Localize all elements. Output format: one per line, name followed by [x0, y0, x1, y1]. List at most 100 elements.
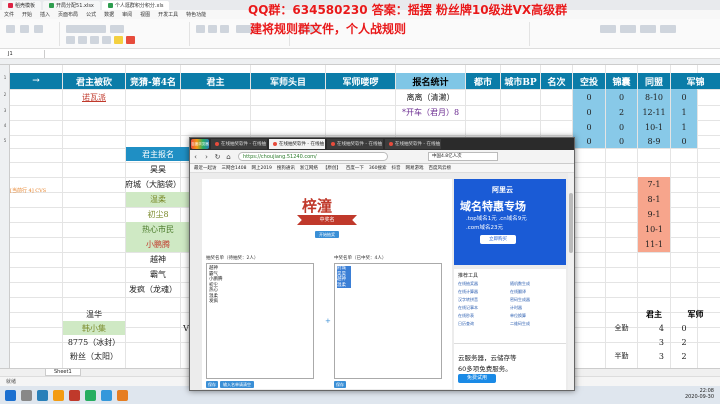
- header-adviser-minion[interactable]: 军师喽啰: [326, 73, 395, 89]
- header-army-tips[interactable]: 军锦: [671, 73, 720, 89]
- name-cell[interactable]: 府城（大脑袋）: [116, 177, 190, 192]
- cell-l4[interactable]: 0: [606, 120, 637, 135]
- save-pending-button[interactable]: 保存: [206, 381, 218, 388]
- cell-l5[interactable]: 0: [606, 135, 637, 148]
- cell-range[interactable]: 9-1: [638, 207, 670, 222]
- cell-lord[interactable]: 君主: [638, 307, 670, 321]
- align-right-icon[interactable]: [220, 25, 229, 33]
- header-guess[interactable]: 竞猜-第4名: [126, 73, 180, 89]
- browser-tab[interactable]: 在线抽奖软件 - 在线抽: [211, 139, 267, 149]
- header-alliance[interactable]: 同盟: [638, 73, 670, 89]
- cloud-server-ad[interactable]: 云服务器，云储存等 60多项免费服务。 免费试用: [454, 343, 566, 390]
- header-airdrop[interactable]: 空投: [573, 73, 605, 89]
- menu-review[interactable]: 审阅: [122, 11, 132, 18]
- browser-tab[interactable]: 在线抽奖软件 - 在线抽: [327, 139, 383, 149]
- row-number[interactable]: 3: [0, 108, 10, 113]
- tool-link[interactable]: 在线抽奖器: [458, 281, 478, 287]
- cell-range[interactable]: 8-1: [638, 192, 670, 207]
- border-icon[interactable]: [102, 36, 111, 44]
- header-adviser-head[interactable]: 军师头目: [251, 73, 325, 89]
- cell-val[interactable]: 0: [671, 321, 697, 335]
- favorite-link[interactable]: 网上2019: [251, 165, 271, 171]
- menu-layout[interactable]: 页面布局: [58, 11, 78, 18]
- browser-logo[interactable]: 百度浏览器: [191, 139, 209, 149]
- name-cell[interactable]: 温柔: [126, 192, 190, 207]
- menu-insert[interactable]: 插入: [40, 11, 50, 18]
- fill-color-icon[interactable]: [114, 36, 123, 44]
- browser-icon[interactable]: [117, 389, 128, 401]
- menu-special[interactable]: 特色功能: [186, 11, 206, 18]
- cell-k2[interactable]: 0: [573, 89, 605, 105]
- tool-link[interactable]: 日历查询: [458, 321, 474, 327]
- url-input[interactable]: https://choujiang.51240.com/: [238, 152, 388, 161]
- cell-k3[interactable]: 0: [573, 105, 605, 120]
- tool-link[interactable]: 汉字转拼音: [458, 297, 478, 303]
- cell-m2[interactable]: 8-10: [638, 89, 670, 105]
- sheet-tab[interactable]: Sheet1: [45, 369, 81, 376]
- sort-icon[interactable]: [640, 25, 656, 33]
- tool-link[interactable]: 计时器: [510, 305, 522, 311]
- row-number[interactable]: 5: [0, 138, 10, 143]
- favorite-link[interactable]: 【原创】: [323, 165, 341, 171]
- name-cell[interactable]: 越神: [126, 252, 190, 267]
- excel-tab-file2[interactable]: 个人逛群积分积分.xls: [101, 0, 170, 10]
- cell-val[interactable]: 3: [638, 349, 670, 363]
- cell-range[interactable]: 10-1: [638, 222, 670, 237]
- ad-buy-button[interactable]: 立即购买: [480, 235, 516, 244]
- copy-icon[interactable]: [34, 25, 43, 33]
- save-winner-button[interactable]: 保存: [334, 381, 346, 388]
- align-left-icon[interactable]: [196, 25, 205, 33]
- menu-data[interactable]: 数据: [104, 11, 114, 18]
- cell-adviser[interactable]: 军师: [671, 307, 720, 321]
- cell-val[interactable]: 2: [671, 349, 697, 363]
- home-icon[interactable]: ⌂: [223, 153, 234, 161]
- tool-link[interactable]: 在线计算器: [458, 289, 478, 295]
- row-number[interactable]: 4: [0, 123, 10, 128]
- cell-m3[interactable]: 12-11: [638, 105, 670, 120]
- cell-n5[interactable]: 0: [671, 135, 697, 148]
- wechat-icon[interactable]: [85, 389, 96, 401]
- favorite-link[interactable]: 浙江网络: [300, 165, 318, 171]
- favorite-link[interactable]: 百度风云榜: [429, 165, 452, 171]
- signup-label[interactable]: 君主报名: [126, 147, 190, 161]
- header-rank[interactable]: 名次: [541, 73, 572, 89]
- cell-k4[interactable]: 0: [573, 120, 605, 135]
- cell-b2[interactable]: 诺瓦派: [63, 89, 125, 105]
- name-cell[interactable]: 发疯（龙魂）: [116, 282, 190, 297]
- cell-m5[interactable]: 8-9: [638, 135, 670, 148]
- cell-n2[interactable]: 0: [671, 89, 697, 105]
- row-number[interactable]: 2: [0, 92, 10, 97]
- font-color-icon[interactable]: [126, 36, 135, 44]
- reload-icon[interactable]: ↻: [212, 153, 223, 161]
- bold-icon[interactable]: [66, 36, 75, 44]
- tool-link[interactable]: 单位换算: [510, 313, 526, 319]
- clock[interactable]: 22:08 2020-09-30: [685, 388, 714, 400]
- qq-icon[interactable]: [101, 389, 112, 401]
- menu-file[interactable]: 文件: [4, 11, 14, 18]
- cell-half[interactable]: 半勤: [606, 349, 637, 363]
- header-city[interactable]: 都市: [466, 73, 500, 89]
- cell-l3[interactable]: 2: [606, 105, 637, 120]
- align-center-icon[interactable]: [208, 25, 217, 33]
- cell-m4[interactable]: 10-1: [638, 120, 670, 135]
- start-draw-button[interactable]: 开始抽奖: [315, 231, 339, 238]
- header-city-bp[interactable]: 城市BP: [501, 73, 540, 89]
- clear-list-button[interactable]: 输入名单请清空: [220, 381, 254, 388]
- underline-icon[interactable]: [90, 36, 99, 44]
- italic-icon[interactable]: [78, 36, 87, 44]
- winner-list-textarea[interactable]: 府城 昊昊 越神 温柔: [334, 263, 442, 379]
- cell-range[interactable]: 11-1: [638, 237, 670, 252]
- cut-icon[interactable]: [20, 25, 29, 33]
- menu-home[interactable]: 开始: [22, 11, 32, 18]
- excel-tab-file1[interactable]: 开局分配51.xlsx: [43, 0, 100, 10]
- favorite-link[interactable]: 抖音: [392, 165, 401, 171]
- cell-full[interactable]: 全勤: [606, 321, 637, 335]
- menu-formula[interactable]: 公式: [86, 11, 96, 18]
- name-cell[interactable]: 小鹏腾: [126, 237, 190, 252]
- scrollbar-thumb[interactable]: [569, 193, 573, 253]
- back-icon[interactable]: ‹: [190, 153, 201, 161]
- find-icon[interactable]: [660, 25, 676, 33]
- cell-n4[interactable]: 1: [671, 120, 697, 135]
- cell-g2[interactable]: 离离（清濑）: [396, 89, 465, 105]
- name-cell[interactable]: 霸气: [126, 267, 190, 282]
